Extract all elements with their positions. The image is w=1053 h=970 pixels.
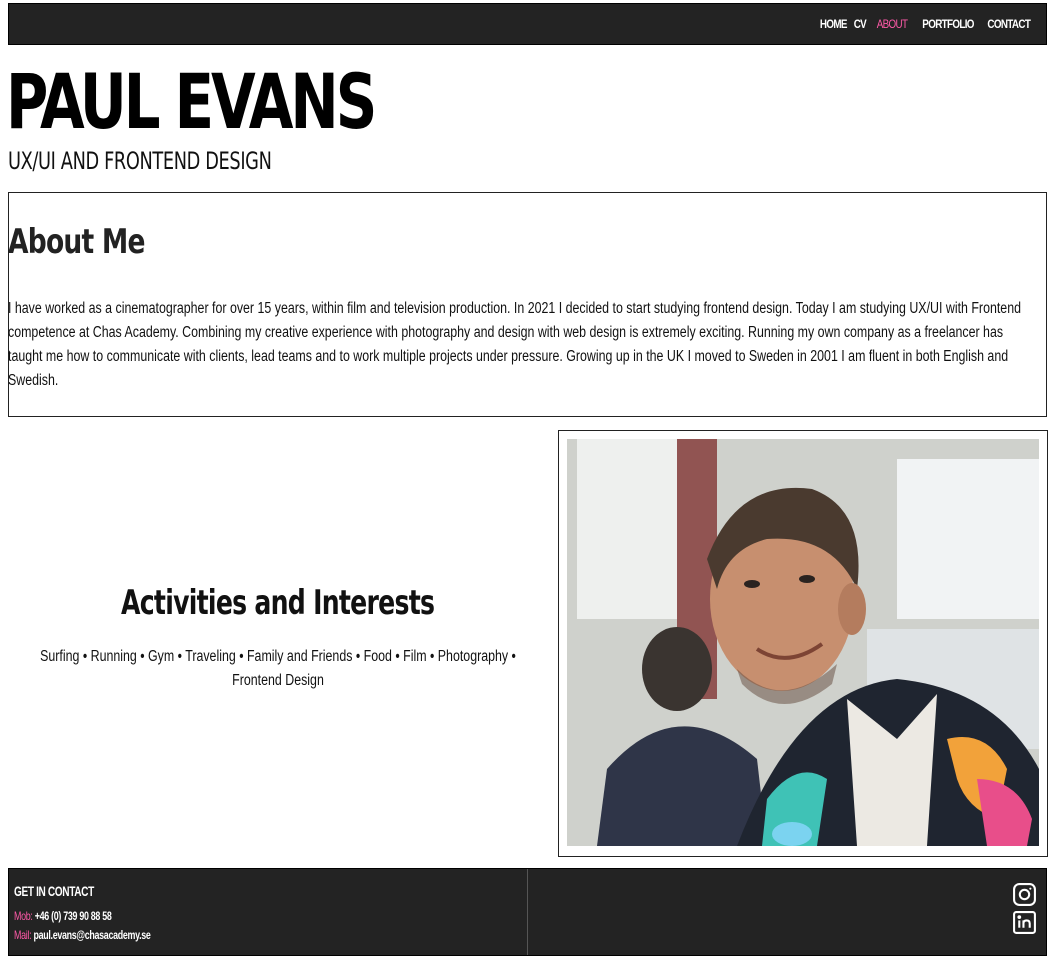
mail-label: Mail:	[14, 928, 32, 942]
footer-mobile-line: Mob: +46 (0) 739 90 88 58	[14, 909, 112, 923]
mobile-label: Mob:	[14, 909, 33, 923]
top-navbar: HOME CV ABOUT PORTFOLIO CONTACT	[8, 3, 1047, 45]
footer-social-column	[528, 869, 1046, 955]
mail-value[interactable]: paul.evans@chasacademy.se	[33, 928, 150, 942]
mobile-value[interactable]: +46 (0) 739 90 88 58	[35, 909, 112, 923]
nav-cv-link[interactable]: CV	[853, 17, 866, 31]
interests-section: Activities and Interests Surfing • Runni…	[8, 430, 548, 857]
hero-name: PAUL EVANS	[6, 57, 377, 146]
hero-subtitle: UX/UI AND FRONTEND DESIGN	[8, 147, 272, 175]
footer: GET IN CONTACT Mob: +46 (0) 739 90 88 58…	[8, 868, 1047, 956]
about-title: About Me	[8, 222, 145, 262]
interests-title: Activities and Interests	[121, 582, 435, 623]
portrait-illustration	[567, 439, 1039, 846]
footer-title: GET IN CONTACT	[14, 883, 94, 899]
interests-list: Surfing • Running • Gym • Traveling • Fa…	[40, 647, 516, 689]
nav-portfolio-link[interactable]: PORTFOLIO	[922, 17, 974, 31]
footer-contact-column: GET IN CONTACT Mob: +46 (0) 739 90 88 58…	[9, 869, 528, 955]
nav-home-link[interactable]: HOME	[820, 17, 848, 31]
about-text: I have worked as a cinematographer for o…	[8, 300, 1021, 389]
linkedin-icon[interactable]	[1012, 910, 1037, 935]
nav-about-link[interactable]: ABOUT	[876, 17, 907, 31]
nav-contact-link[interactable]: CONTACT	[987, 17, 1030, 31]
photo-frame	[558, 430, 1048, 857]
footer-mail-line: Mail: paul.evans@chasacademy.se	[14, 928, 151, 942]
instagram-icon[interactable]	[1012, 882, 1037, 907]
portrait-photo	[567, 439, 1039, 846]
